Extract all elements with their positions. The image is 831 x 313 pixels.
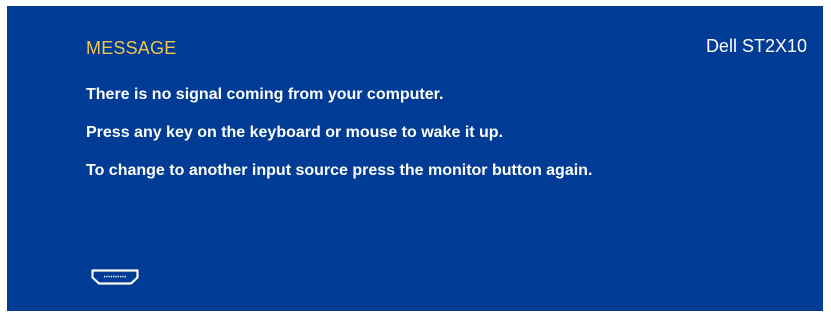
hdmi-port-icon	[91, 269, 139, 285]
input-source-instruction: To change to another input source press …	[86, 162, 593, 179]
message-title: MESSAGE	[86, 38, 177, 58]
wake-instruction: Press any key on the keyboard or mouse t…	[86, 124, 504, 141]
osd-message-panel: MESSAGE Dell ST2X10 There is no signal c…	[7, 6, 823, 311]
no-signal-message: There is no signal coming from your comp…	[86, 86, 444, 103]
monitor-model: Dell ST2X10	[705, 36, 807, 56]
